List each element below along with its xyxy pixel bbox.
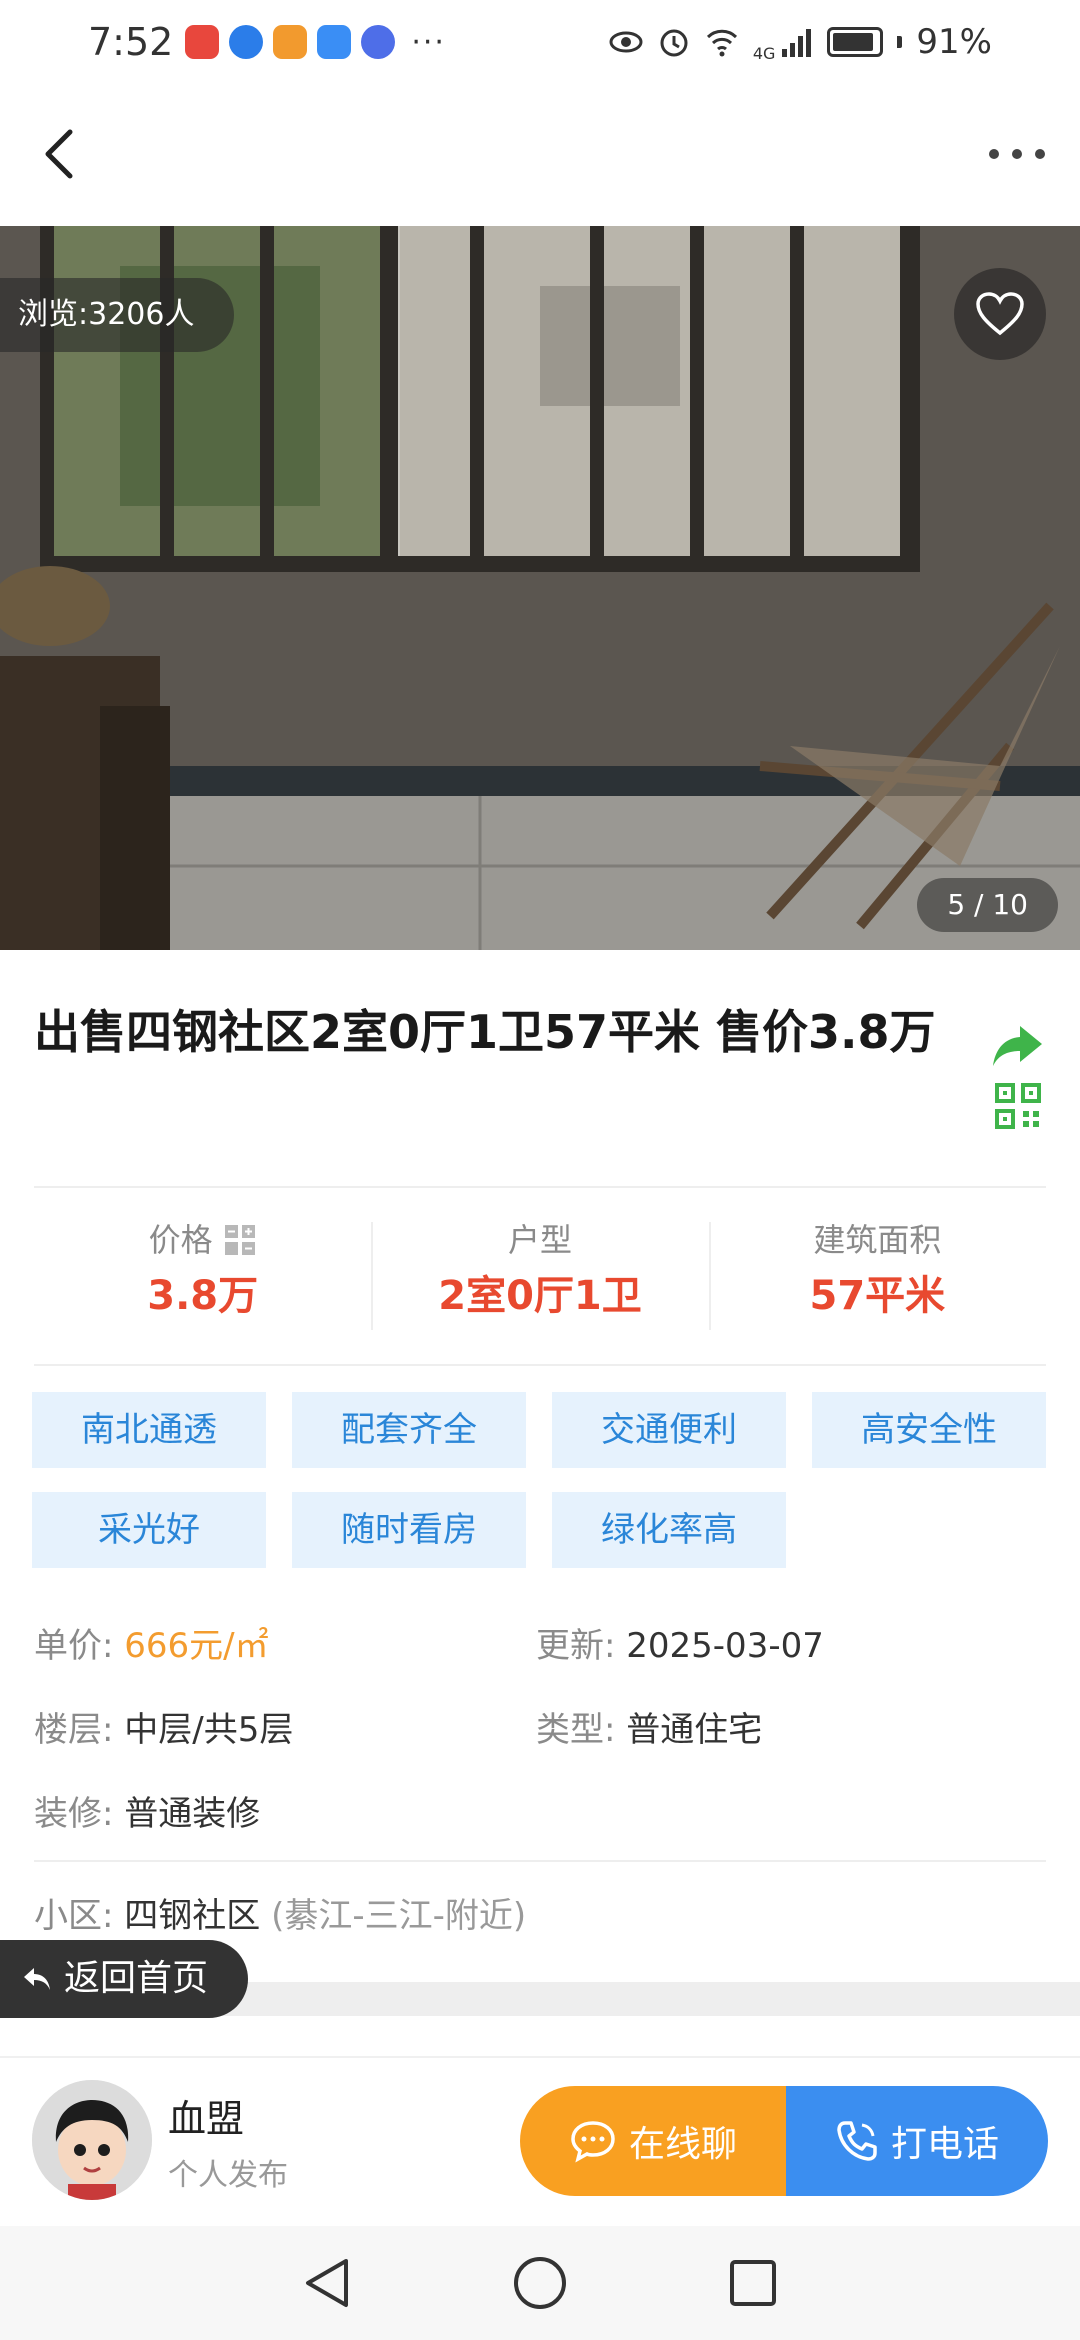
back-to-home-button[interactable]: 返回首页 [0,1940,249,2018]
stat-price-label-row: 价格 [34,1212,371,1268]
phone-icon [837,2121,877,2161]
detail-row: 装修: 普通装修 [34,1768,1046,1852]
feature-tag: 高安全性 [812,1392,1046,1468]
bottom-action-bar: 血盟 个人发布 在线聊 打电话 [0,2056,1080,2226]
detail-type: 类型: 普通住宅 [536,1702,1046,1751]
detail-value: 普通装修 [124,1793,261,1834]
eye-icon [609,31,643,53]
back-arrow-icon[interactable] [30,122,94,186]
divider [34,1860,1046,1862]
signal-icon [782,29,812,57]
call-button[interactable]: 打电话 [786,2086,1048,2196]
seller-name: 血盟 [168,2097,245,2141]
more-notifications-indicator: ··· [411,24,446,60]
nav-bar [0,84,1080,226]
photo-counter: 5 / 10 [917,878,1058,932]
detail-decor: 装修: 普通装修 [34,1786,1046,1835]
more-options-icon[interactable] [982,122,1052,186]
feature-tag: 绿化率高 [552,1492,786,1568]
detail-row: 单价: 666元/㎡ 更新: 2025-03-07 [34,1600,1046,1684]
status-right: 4G 91% [609,22,992,63]
status-time: 7:52 [88,20,174,64]
listing-photo-carousel[interactable]: 浏览:3206人 5 / 10 [0,226,1080,950]
online-chat-button[interactable]: 在线聊 [520,2086,786,2196]
stat-price: 价格 3.8万 [34,1212,371,1338]
stat-value: 57平米 [809,1273,946,1319]
stat-label: 建筑面积 [813,1221,942,1259]
seller-type: 个人发布 [168,2158,288,2193]
system-recents-icon[interactable] [728,2258,778,2308]
detail-label: 楼层: [34,1709,125,1750]
detail-value: 666元/㎡ [124,1625,269,1666]
battery-percent: 91% [916,22,992,62]
music-app-icon [361,25,396,59]
favorite-button[interactable] [954,268,1046,360]
wifi-icon [706,29,737,57]
share-column [990,1022,1050,1134]
back-to-home-label: 返回首页 [64,1958,209,1999]
feature-tag: 南北通透 [32,1392,266,1468]
avatar[interactable] [32,2080,152,2200]
views-badge: 浏览:3206人 [0,278,235,352]
online-chat-label: 在线聊 [628,2124,737,2165]
divider [34,1186,1046,1188]
return-arrow-icon [24,1968,50,1990]
community-name: 四钢社区 [124,1896,261,1936]
detail-floor: 楼层: 中层/共5层 [34,1702,536,1751]
battery-tip [897,36,903,48]
huawei-app-icon [185,25,220,59]
stat-layout: 户型 2室0厅1卫 [371,1212,708,1338]
detail-unit-price: 单价: 666元/㎡ [34,1618,536,1667]
key-stats: 价格 3.8万 户型 2室0厅1卫 建筑面积 57平米 [34,1212,1046,1338]
stat-value: 3.8万 [147,1273,259,1319]
qr-code-icon[interactable] [994,1082,1042,1130]
call-label: 打电话 [890,2124,999,2165]
divider [34,1364,1046,1366]
heart-icon [976,292,1024,336]
detail-label: 更新: [536,1625,627,1666]
system-navigation-bar [0,2226,1080,2340]
alarm-icon [660,29,688,57]
feature-tags: 南北通透 配套齐全 交通便利 高安全性 采光好 随时看房 绿化率高 [32,1392,1052,1568]
detail-label: 单价: [34,1625,125,1666]
stat-label: 价格 [148,1221,213,1259]
system-back-icon[interactable] [302,2255,352,2311]
detail-label: 类型: [536,1709,627,1750]
cloud-app-icon [317,25,352,59]
community-row[interactable]: 小区: 四钢社区 (綦江-三江-附近) [34,1888,526,1937]
detail-row: 楼层: 中层/共5层 类型: 普通住宅 [34,1684,1046,1768]
status-bar: 7:52 ··· 4G 91% [0,0,1080,84]
community-label: 小区: [34,1896,125,1936]
stat-label: 户型 [507,1221,572,1259]
browser-app-icon [229,25,264,59]
detail-value: 普通住宅 [626,1709,763,1750]
chat-bubble-icon [571,2121,615,2163]
stat-area: 建筑面积 57平米 [708,1212,1046,1338]
detail-label: 装修: [34,1793,125,1834]
community-area: (綦江-三江-附近) [271,1896,527,1936]
video-app-icon [273,25,308,59]
feature-tag: 交通便利 [552,1392,786,1468]
stat-value: 2室0厅1卫 [438,1273,642,1319]
listing-title-block: 出售四钢社区2室0厅1卫57平米 售价3.8万 [34,990,944,1074]
detail-updated: 更新: 2025-03-07 [536,1618,1046,1667]
network-type: 4G [752,43,776,63]
battery-icon [827,27,884,57]
calculator-icon[interactable] [223,1223,257,1257]
avatar-image [32,2080,152,2200]
detail-value: 中层/共5层 [124,1709,294,1750]
feature-tag: 采光好 [32,1492,266,1568]
share-icon[interactable] [990,1022,1046,1068]
listing-title: 出售四钢社区2室0厅1卫57平米 售价3.8万 [34,1005,936,1059]
system-home-icon[interactable] [512,2255,568,2311]
detail-value: 2025-03-07 [626,1625,824,1666]
listing-details: 单价: 666元/㎡ 更新: 2025-03-07 楼层: 中层/共5层 类型:… [34,1600,1046,1852]
feature-tag: 随时看房 [292,1492,526,1568]
feature-tag: 配套齐全 [292,1392,526,1468]
